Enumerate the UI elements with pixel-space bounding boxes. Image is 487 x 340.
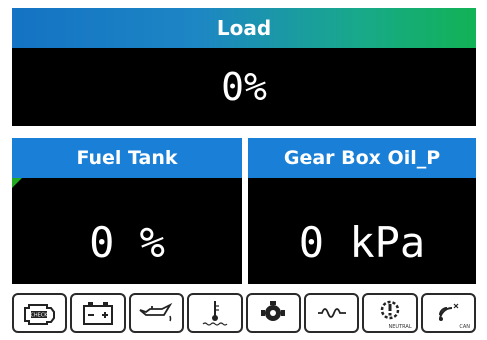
load-panel: Load 0% (12, 8, 476, 126)
load-title: Load (12, 8, 476, 48)
fuel-tank-panel: Fuel Tank 0 % (12, 138, 242, 284)
gear-box-title: Gear Box Oil_P (248, 138, 476, 178)
fuel-level-marker (12, 178, 22, 188)
neutral-icon[interactable]: NEUTRAL (362, 293, 418, 333)
gear-box-value: 0 kPa (248, 178, 476, 284)
battery-icon[interactable] (70, 293, 126, 333)
check-engine-label: CHECK (30, 313, 48, 319)
warning-icon-bar: CHECK NEUTRAL CAN (12, 293, 476, 333)
can-label: CAN (459, 324, 470, 330)
oil-pressure-icon[interactable] (128, 293, 185, 333)
coolant-temperature-icon[interactable] (187, 293, 243, 333)
can-icon[interactable]: CAN (420, 293, 476, 333)
neutral-label: NEUTRAL (388, 324, 412, 330)
transmission-icon[interactable] (245, 293, 301, 333)
fuel-tank-value: 0 % (12, 178, 242, 284)
load-value: 0% (12, 48, 476, 126)
check-engine-icon[interactable]: CHECK (12, 293, 68, 333)
fuel-tank-title: Fuel Tank (12, 138, 242, 178)
glow-plug-icon[interactable] (303, 293, 360, 333)
gear-box-oil-pressure-panel: Gear Box Oil_P 0 kPa (248, 138, 476, 284)
